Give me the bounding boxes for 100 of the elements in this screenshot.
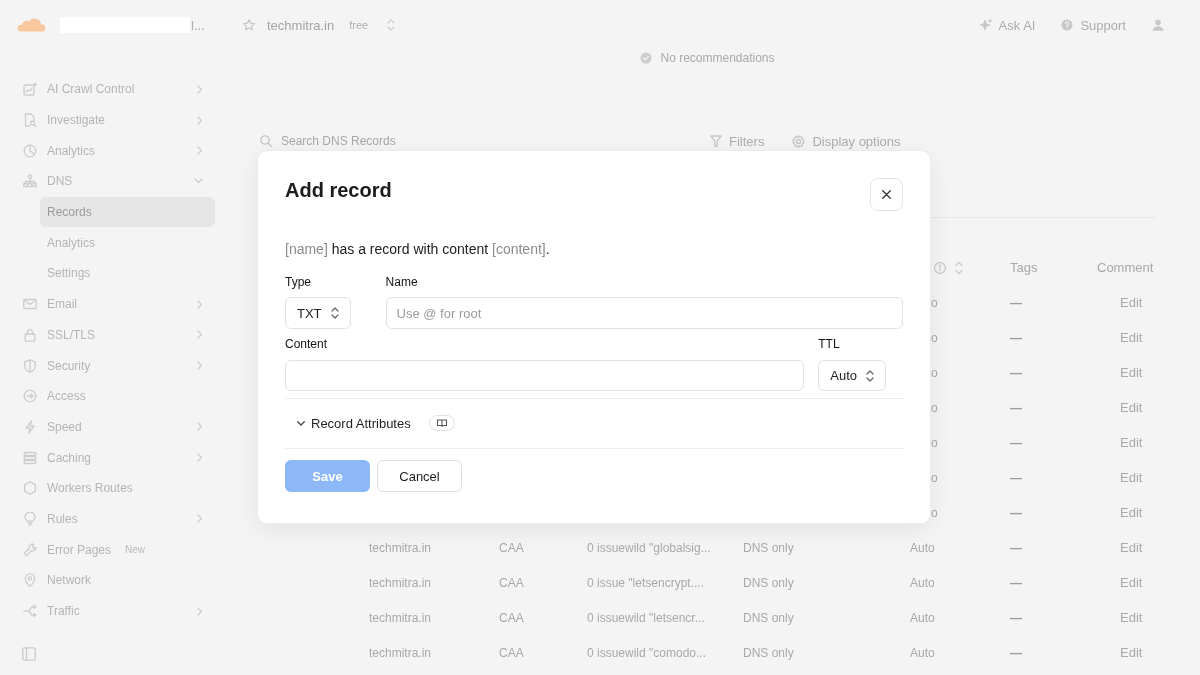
pie-chart-icon (23, 143, 37, 158)
table-cell: — (1010, 505, 1022, 520)
chevrons-icon[interactable] (387, 19, 396, 31)
arrow-circle-icon (23, 389, 37, 404)
zone-name[interactable]: techmitra.in (267, 17, 335, 33)
sidebar-item[interactable]: DNS (0, 166, 215, 197)
sidebar-item[interactable]: SSL/TLS (0, 319, 215, 351)
chart-icon (23, 82, 37, 97)
sidebar-item[interactable]: Investigate (0, 104, 215, 136)
close-button[interactable] (870, 178, 903, 211)
sidebar-item[interactable]: Speed (0, 411, 215, 443)
edit-link[interactable]: Edit (1120, 540, 1143, 555)
edit-link[interactable]: Edit (1120, 400, 1143, 415)
table-cell: o (931, 365, 938, 380)
secondary-button[interactable]: Cancel (377, 460, 462, 492)
edit-link[interactable]: Edit (1120, 645, 1143, 660)
input-field[interactable] (285, 360, 805, 391)
table-cell: CAA (499, 645, 524, 660)
help-icon (1061, 19, 1074, 31)
shield-icon (23, 358, 37, 373)
info-icon (934, 261, 946, 274)
table-cell: techmitra.in (369, 610, 432, 625)
field-label: Content (285, 338, 328, 350)
select-field[interactable]: Auto (818, 360, 886, 391)
sidebar-item[interactable]: Caching (0, 442, 215, 473)
table-cell: — (1010, 295, 1022, 310)
close-icon (882, 190, 891, 199)
input-field[interactable]: Use @ for root (385, 297, 903, 329)
select-field[interactable]: TXT (285, 297, 351, 329)
edit-link[interactable]: Edit (1120, 470, 1143, 485)
record-summary: [name] has a record with content [content]. (285, 241, 550, 257)
table-cell: CAA (499, 575, 524, 590)
search-field[interactable]: Search DNS Records (281, 133, 701, 149)
edit-link[interactable]: Edit (1120, 365, 1143, 380)
toolbar-button[interactable]: Filters (710, 133, 765, 149)
lock-icon (23, 327, 37, 342)
table-cell: DNS only (743, 610, 794, 625)
sidebar-toggle-icon[interactable] (22, 647, 36, 662)
sidebar-item[interactable]: Email (0, 288, 215, 320)
field-label: TTL (818, 338, 840, 350)
edit-link[interactable]: Edit (1120, 295, 1143, 310)
user-icon[interactable] (1152, 19, 1164, 31)
sidebar-item[interactable]: Rules (0, 503, 215, 535)
sidebar-item[interactable]: Network (0, 565, 215, 596)
status-text: No recommendations (660, 51, 775, 65)
sidebar-item[interactable]: AI Crawl Control (0, 74, 215, 105)
toolbar-button[interactable]: Display options (792, 133, 901, 149)
field-label: Type (285, 276, 311, 288)
sidebar-item[interactable]: Traffic (0, 595, 215, 627)
table-cell: — (1010, 610, 1022, 625)
table-cell: 0 issuewild "globalsig... (587, 540, 711, 555)
hexagon-icon (23, 481, 37, 496)
edit-link[interactable]: Edit (1120, 505, 1143, 520)
table-cell: DNS only (743, 540, 794, 555)
filter-icon (710, 135, 722, 147)
table-cell: Auto (910, 575, 935, 590)
edit-link[interactable]: Edit (1120, 610, 1143, 625)
table-cell: techmitra.in (369, 645, 432, 660)
table-cell: — (1010, 645, 1022, 660)
edit-link[interactable]: Edit (1120, 435, 1143, 450)
sidebar-item[interactable]: Access (0, 380, 215, 412)
wrench-icon (23, 542, 37, 557)
topbar-button[interactable]: Support (1061, 17, 1126, 33)
cloud-logo (16, 18, 46, 32)
sidebar-item[interactable]: Security (0, 350, 215, 381)
check-circle-icon (640, 52, 653, 64)
sidebar-subitem[interactable]: Settings (40, 258, 215, 289)
sidebar-subitem[interactable]: Records (40, 196, 215, 228)
table-cell: Auto (910, 610, 935, 625)
table-cell: o (931, 400, 938, 415)
edit-link[interactable]: Edit (1120, 575, 1143, 590)
document-search-icon (23, 113, 37, 128)
star-icon[interactable] (243, 19, 255, 31)
table-cell: — (1010, 470, 1022, 485)
record-attributes-toggle[interactable]: Record Attributes (297, 415, 411, 431)
sidebar-item[interactable]: Workers Routes (0, 472, 215, 504)
table-cell: — (1010, 575, 1022, 590)
table-cell: — (1010, 540, 1022, 555)
edit-link[interactable]: Edit (1120, 330, 1143, 345)
table-cell: Auto (910, 645, 935, 660)
sidebar-subitem[interactable]: Analytics (40, 227, 215, 259)
book-icon[interactable] (428, 415, 455, 431)
map-pin-icon (23, 573, 37, 588)
new-label: New (125, 544, 146, 556)
table-cell: — (1010, 365, 1022, 380)
chevrons-icon (866, 369, 874, 382)
account-name[interactable]: l... (191, 17, 205, 33)
table-cell: DNS only (743, 645, 794, 660)
column-header: Tags (1010, 260, 1038, 275)
plan-label: free (349, 19, 369, 31)
network-nodes-icon (23, 174, 37, 189)
table-cell: DNS only (743, 575, 794, 590)
table-cell: o (931, 330, 938, 345)
table-cell: — (1010, 400, 1022, 415)
sidebar-item[interactable]: Error Pages New (0, 534, 215, 565)
sidebar-item[interactable]: Analytics (0, 135, 215, 167)
topbar-button[interactable]: Ask AI (979, 17, 1036, 33)
sort-icon[interactable] (955, 260, 963, 275)
lightning-icon (23, 419, 37, 434)
dialog-title: Add record (285, 178, 392, 202)
